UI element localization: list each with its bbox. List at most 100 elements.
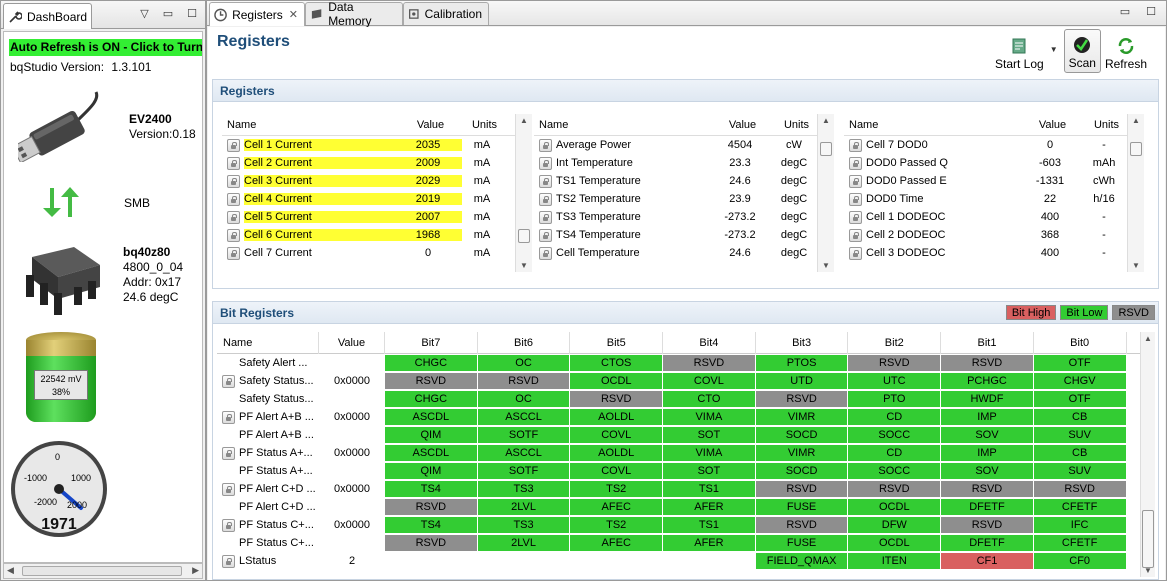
- bit-cell[interactable]: OCDL: [848, 534, 942, 552]
- register-scroll-thumb[interactable]: [1130, 142, 1142, 156]
- bit-register-row[interactable]: PF Alert C+D ... 0x0000 TS4 TS3 TS2 TS1 RSVD RS…: [217, 480, 1147, 498]
- column-header-value[interactable]: Value: [1016, 119, 1084, 131]
- bit-cell[interactable]: DFW: [848, 516, 942, 534]
- bit-cell[interactable]: UTC: [848, 372, 942, 390]
- bit-cell[interactable]: IMP: [941, 444, 1034, 462]
- bit-cell[interactable]: TS4: [385, 480, 478, 498]
- scroll-up-icon[interactable]: ▲: [520, 116, 528, 125]
- column-header-value[interactable]: Value: [706, 119, 774, 131]
- register-row[interactable]: Cell 1 Current 2035 mA: [222, 136, 527, 154]
- bit-cell[interactable]: CD: [848, 444, 942, 462]
- bit-cell[interactable]: DFETF: [941, 534, 1034, 552]
- bit-cell[interactable]: CFETF: [1033, 498, 1127, 516]
- bit-cell[interactable]: QIM: [385, 462, 478, 480]
- bit-cell[interactable]: CHGC: [385, 354, 478, 372]
- register-row[interactable]: Cell 2 DODEOC 368 -: [844, 226, 1144, 244]
- bit-cell[interactable]: ASCCL: [477, 444, 571, 462]
- bit-cell[interactable]: AFER: [663, 534, 756, 552]
- lock-icon[interactable]: [222, 446, 235, 460]
- bit-cell[interactable]: QIM: [385, 426, 478, 444]
- bit-cell[interactable]: ASCCL: [477, 408, 571, 426]
- bit-cell[interactable]: OCDL: [848, 498, 942, 516]
- bit-cell[interactable]: CFETF: [1033, 534, 1127, 552]
- bit-cell[interactable]: COVL: [570, 462, 664, 480]
- register-row[interactable]: TS4 Temperature -273.2 degC: [534, 226, 833, 244]
- scroll-down-icon[interactable]: ▼: [1132, 261, 1140, 270]
- bit-table-vscrollbar[interactable]: ▲ ▼: [1140, 332, 1155, 577]
- column-header-name[interactable]: Name: [217, 331, 319, 354]
- bit-cell[interactable]: CD: [848, 408, 942, 426]
- column-header-bit4[interactable]: Bit4: [663, 331, 756, 354]
- bit-cell[interactable]: DFETF: [941, 498, 1034, 516]
- bit-cell[interactable]: RSVD: [1033, 480, 1127, 498]
- bit-cell[interactable]: CTOS: [570, 354, 664, 372]
- bit-cell[interactable]: CB: [1033, 444, 1127, 462]
- bit-cell[interactable]: OC: [477, 390, 571, 408]
- bit-cell[interactable]: RSVD: [941, 480, 1034, 498]
- bit-cell[interactable]: RSVD: [755, 480, 849, 498]
- bit-cell[interactable]: CF0: [1033, 552, 1127, 570]
- register-row[interactable]: Cell 1 DODEOC 400 -: [844, 208, 1144, 226]
- bit-cell[interactable]: RSVD: [385, 534, 478, 552]
- bit-register-row[interactable]: LStatus 2 FIELD_QMAX ITEN CF1 CF0: [217, 552, 1147, 570]
- bit-cell[interactable]: SOT: [663, 426, 756, 444]
- register-row[interactable]: Int Temperature 23.3 degC: [534, 154, 833, 172]
- bit-cell[interactable]: VIMA: [663, 444, 756, 462]
- bit-cell[interactable]: AOLDL: [570, 444, 664, 462]
- column-header-bit6[interactable]: Bit6: [478, 331, 571, 354]
- minimize-icon[interactable]: ▭: [163, 7, 173, 20]
- bit-cell[interactable]: PTO: [848, 390, 942, 408]
- bit-cell[interactable]: AOLDL: [570, 408, 664, 426]
- lock-icon[interactable]: [539, 156, 552, 170]
- register-table-vscrollbar[interactable]: ▲ ▼: [1127, 114, 1144, 272]
- scroll-down-icon[interactable]: ▼: [822, 261, 830, 270]
- dashboard-hscroll-thumb[interactable]: [22, 566, 182, 576]
- bit-cell[interactable]: SOV: [941, 426, 1034, 444]
- bit-cell[interactable]: FIELD_QMAX: [755, 552, 849, 570]
- bit-cell[interactable]: RSVD: [848, 354, 942, 372]
- bit-cell[interactable]: TS2: [570, 516, 664, 534]
- bit-cell[interactable]: FUSE: [755, 534, 849, 552]
- bit-cell[interactable]: TS4: [385, 516, 478, 534]
- bit-cell[interactable]: CTO: [663, 390, 756, 408]
- bit-cell[interactable]: RSVD: [385, 372, 478, 390]
- bit-cell[interactable]: IMP: [941, 408, 1034, 426]
- bit-cell[interactable]: CF1: [941, 552, 1034, 570]
- bit-cell[interactable]: HWDF: [941, 390, 1034, 408]
- bit-cell[interactable]: SOCC: [848, 462, 942, 480]
- bit-register-row[interactable]: PF Alert A+B ... 0x0000 ASCDL ASCCL AOLDL VIM…: [217, 408, 1147, 426]
- bit-cell[interactable]: RSVD: [941, 354, 1034, 372]
- lock-icon[interactable]: [849, 174, 862, 188]
- scroll-left-icon[interactable]: ◀: [7, 565, 14, 576]
- column-header-bit7[interactable]: Bit7: [385, 331, 478, 354]
- bit-cell[interactable]: RSVD: [848, 480, 942, 498]
- bit-register-row[interactable]: PF Status A+... 0x0000 ASCDL ASCCL AOLDL VIMA…: [217, 444, 1147, 462]
- column-header-bit3[interactable]: Bit3: [756, 331, 849, 354]
- register-row[interactable]: Cell 6 Current 1968 mA: [222, 226, 527, 244]
- dashboard-hscrollbar[interactable]: ◀ ▶: [3, 563, 203, 579]
- bit-cell[interactable]: ASCDL: [385, 444, 478, 462]
- register-table-vscrollbar[interactable]: ▲ ▼: [515, 114, 532, 272]
- bit-cell[interactable]: RSVD: [663, 354, 756, 372]
- column-header-units[interactable]: Units: [462, 119, 502, 131]
- lock-icon[interactable]: [222, 410, 235, 424]
- bit-cell[interactable]: IFC: [1033, 516, 1127, 534]
- bit-cell[interactable]: PTOS: [755, 354, 849, 372]
- bit-cell[interactable]: RSVD: [755, 390, 849, 408]
- register-row[interactable]: DOD0 Passed E -1331 cWh: [844, 172, 1144, 190]
- chevron-down-icon[interactable]: ▼: [1050, 45, 1058, 54]
- lock-icon[interactable]: [227, 156, 240, 170]
- lock-icon[interactable]: [539, 210, 552, 224]
- scroll-up-icon[interactable]: ▲: [822, 116, 830, 125]
- bit-cell[interactable]: PCHGC: [941, 372, 1034, 390]
- bit-cell[interactable]: RSVD: [385, 498, 478, 516]
- bit-register-row[interactable]: PF Alert A+B ... QIM SOTF COVL SOT SOCD SOCC SO…: [217, 426, 1147, 444]
- column-header-value[interactable]: Value: [319, 331, 385, 354]
- bit-cell[interactable]: CHGC: [385, 390, 478, 408]
- column-header-name[interactable]: Name: [222, 119, 394, 131]
- register-row[interactable]: Cell Temperature 24.6 degC: [534, 244, 833, 262]
- maximize-icon[interactable]: ☐: [187, 7, 197, 20]
- column-header-bit0[interactable]: Bit0: [1034, 331, 1127, 354]
- bit-cell[interactable]: SOCD: [755, 426, 849, 444]
- lock-icon[interactable]: [227, 246, 240, 260]
